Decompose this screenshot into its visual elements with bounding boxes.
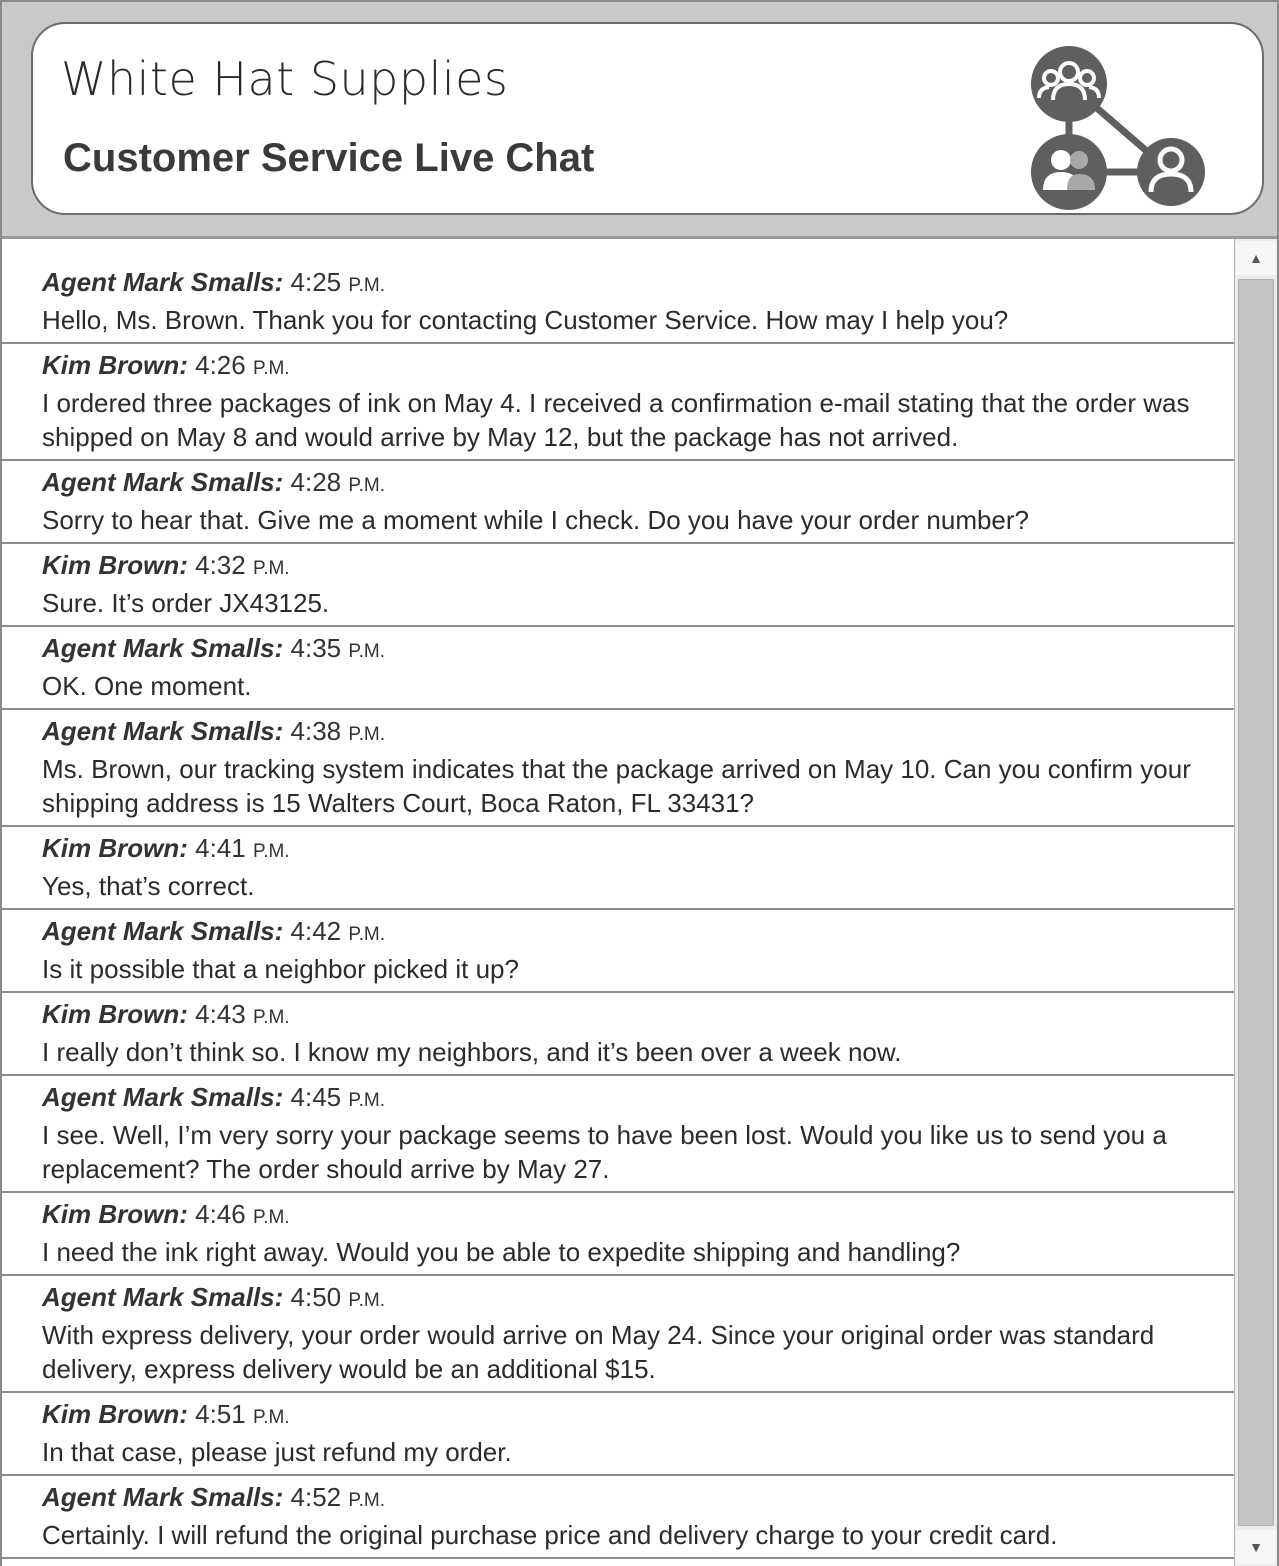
- message-text: I need the ink right away. Would you be …: [42, 1237, 961, 1267]
- message-header: Kim Brown: 4:46 P.M.: [42, 1197, 1236, 1235]
- message-header: Agent Mark Smalls: 4:38 P.M.: [42, 714, 1236, 752]
- speaker-name: Kim Brown:: [42, 1399, 188, 1429]
- timestamp-period: P.M.: [348, 475, 385, 496]
- chat-message: Kim Brown: 4:46 P.M. I need the ink righ…: [2, 1193, 1236, 1276]
- timestamp-period: P.M.: [348, 1490, 385, 1511]
- chat-message: Agent Mark Smalls: 4:45 P.M. I see. Well…: [2, 1076, 1236, 1193]
- scroll-up-arrow-icon[interactable]: ▲: [1236, 241, 1276, 275]
- timestamp-period: P.M.: [348, 924, 385, 945]
- timestamp: 4:52: [290, 1482, 342, 1512]
- speaker-name: Agent Mark Smalls:: [42, 1282, 284, 1312]
- timestamp-period: P.M.: [252, 1007, 290, 1028]
- page-title: Customer Service Live Chat: [63, 136, 595, 180]
- speaker-name: Kim Brown:: [42, 999, 188, 1029]
- chat-message: Agent Mark Smalls: 4:28 P.M. Sorry to he…: [2, 461, 1236, 544]
- timestamp: 4:41: [195, 833, 246, 863]
- speaker-name: Agent Mark Smalls:: [42, 1482, 284, 1512]
- message-text: Certainly. I will refund the original pu…: [42, 1520, 1058, 1550]
- message-header: Kim Brown: 4:51 P.M.: [42, 1397, 1236, 1435]
- chat-window: White Hat Supplies Customer Service Live…: [0, 0, 1279, 1566]
- timestamp: 4:25: [290, 267, 342, 297]
- timestamp: 4:42: [290, 916, 342, 946]
- people-network-icon: [1031, 46, 1205, 210]
- chat-message: Agent Mark Smalls: 4:25 P.M. Hello, Ms. …: [2, 239, 1236, 344]
- message-text: I see. Well, I’m very sorry your package…: [42, 1120, 1167, 1184]
- chat-message: Kim Brown: 4:26 P.M. I ordered three pac…: [2, 344, 1236, 461]
- message-text: I ordered three packages of ink on May 4…: [42, 388, 1190, 452]
- scroll-down-arrow-icon[interactable]: ▼: [1236, 1530, 1276, 1564]
- chat-message: Agent Mark Smalls: 4:38 P.M. Ms. Brown, …: [2, 710, 1236, 827]
- timestamp-period: P.M.: [252, 841, 290, 862]
- message-header: Agent Mark Smalls: 4:50 P.M.: [42, 1280, 1236, 1318]
- speaker-name: Agent Mark Smalls:: [42, 633, 284, 663]
- header-card: White Hat Supplies Customer Service Live…: [31, 22, 1264, 215]
- speaker-name: Kim Brown:: [42, 1199, 188, 1229]
- timestamp-period: P.M.: [348, 724, 385, 745]
- speaker-name: Agent Mark Smalls:: [42, 467, 284, 497]
- timestamp: 4:51: [195, 1399, 246, 1429]
- timestamp: 4:26: [195, 350, 246, 380]
- message-text: Hello, Ms. Brown. Thank you for contacti…: [42, 305, 1009, 335]
- message-header: Kim Brown: 4:41 P.M.: [42, 831, 1236, 869]
- timestamp: 4:45: [290, 1082, 342, 1112]
- message-text: Yes, that’s correct.: [42, 871, 255, 901]
- chat-message: Kim Brown: 4:32 P.M. Sure. It’s order JX…: [2, 544, 1236, 627]
- chat-message: Agent Mark Smalls: 4:35 P.M. OK. One mom…: [2, 627, 1236, 710]
- message-text: With express delivery, your order would …: [42, 1320, 1155, 1384]
- message-text: I really don’t think so. I know my neigh…: [42, 1037, 902, 1067]
- message-header: Agent Mark Smalls: 4:28 P.M.: [42, 465, 1236, 503]
- timestamp: 4:43: [195, 999, 246, 1029]
- brand-title: White Hat Supplies: [61, 52, 509, 106]
- message-header: Agent Mark Smalls: 4:42 P.M.: [42, 914, 1236, 952]
- timestamp: 4:38: [290, 716, 342, 746]
- message-header: Agent Mark Smalls: 4:25 P.M.: [42, 265, 1236, 303]
- chat-message: Kim Brown: 4:43 P.M. I really don’t thin…: [2, 993, 1236, 1076]
- message-text: Sure. It’s order JX43125.: [42, 588, 330, 618]
- timestamp-period: P.M.: [252, 1207, 290, 1228]
- timestamp-period: P.M.: [348, 641, 385, 662]
- message-header: Kim Brown: 4:43 P.M.: [42, 997, 1236, 1035]
- timestamp: 4:32: [195, 550, 246, 580]
- speaker-name: Agent Mark Smalls:: [42, 916, 284, 946]
- timestamp-period: P.M.: [252, 358, 290, 379]
- chat-message: Agent Mark Smalls: 4:52 P.M. Certainly. …: [2, 1476, 1236, 1559]
- speaker-name: Kim Brown:: [42, 833, 188, 863]
- timestamp-period: P.M.: [252, 558, 290, 579]
- message-text: OK. One moment.: [42, 671, 252, 701]
- chat-transcript: Agent Mark Smalls: 4:25 P.M. Hello, Ms. …: [2, 239, 1236, 1566]
- chat-message: Agent Mark Smalls: 4:50 P.M. With expres…: [2, 1276, 1236, 1393]
- speaker-name: Agent Mark Smalls:: [42, 716, 284, 746]
- speaker-name: Kim Brown:: [42, 350, 188, 380]
- timestamp-period: P.M.: [348, 275, 385, 296]
- vertical-scrollbar[interactable]: ▲ ▼: [1234, 239, 1277, 1566]
- message-text: Is it possible that a neighbor picked it…: [42, 954, 519, 984]
- chat-message: Kim Brown: 4:51 P.M. In that case, pleas…: [2, 1393, 1236, 1476]
- timestamp-period: P.M.: [348, 1090, 385, 1111]
- speaker-name: Kim Brown:: [42, 550, 188, 580]
- message-header: Kim Brown: 4:26 P.M.: [42, 348, 1236, 386]
- speaker-name: Agent Mark Smalls:: [42, 1082, 284, 1112]
- header-band: White Hat Supplies Customer Service Live…: [2, 2, 1277, 239]
- message-header: Agent Mark Smalls: 4:52 P.M.: [42, 1480, 1236, 1518]
- timestamp: 4:35: [290, 633, 342, 663]
- message-text: In that case, please just refund my orde…: [42, 1437, 512, 1467]
- timestamp: 4:50: [290, 1282, 342, 1312]
- timestamp-period: P.M.: [252, 1407, 290, 1428]
- timestamp: 4:28: [290, 467, 342, 497]
- chat-message: Kim Brown: 4:41 P.M. Yes, that’s correct…: [2, 827, 1236, 910]
- timestamp-period: P.M.: [348, 1290, 385, 1311]
- message-header: Agent Mark Smalls: 4:35 P.M.: [42, 631, 1236, 669]
- message-header: Kim Brown: 4:32 P.M.: [42, 548, 1236, 586]
- message-text: Ms. Brown, our tracking system indicates…: [42, 754, 1191, 818]
- timestamp: 4:46: [195, 1199, 246, 1229]
- scroll-thumb[interactable]: [1238, 279, 1274, 1526]
- chat-message: Agent Mark Smalls: 4:42 P.M. Is it possi…: [2, 910, 1236, 993]
- speaker-name: Agent Mark Smalls:: [42, 267, 284, 297]
- message-header: Agent Mark Smalls: 4:45 P.M.: [42, 1080, 1236, 1118]
- message-text: Sorry to hear that. Give me a moment whi…: [42, 505, 1030, 535]
